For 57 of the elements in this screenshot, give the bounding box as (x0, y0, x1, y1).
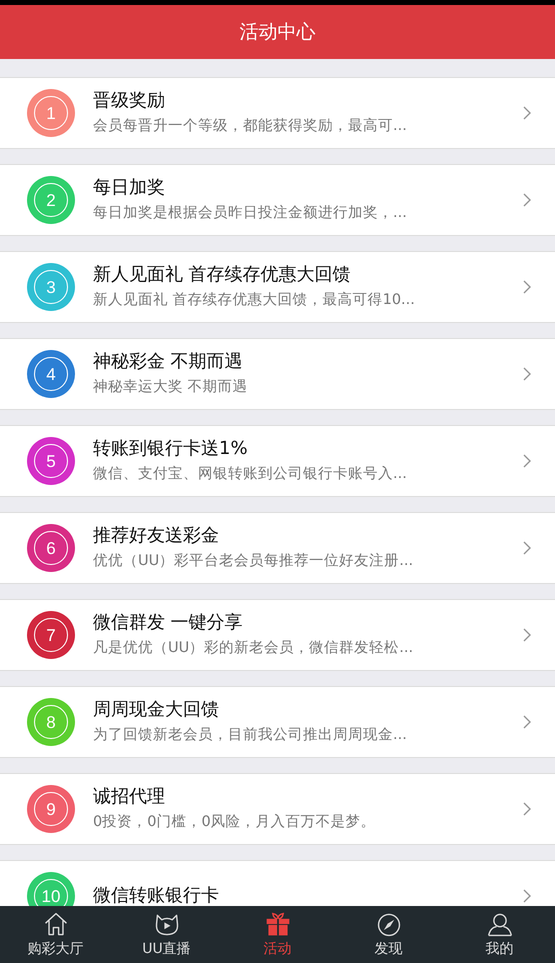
page-title: 活动中心 (240, 20, 316, 45)
tab-item[interactable]: 我的 (444, 906, 555, 963)
activity-item[interactable]: 9 诚招代理 0投资，0门槛，0风险，月入百万不是梦。 (0, 773, 555, 845)
activity-item[interactable]: 5 转账到银行卡送1% 微信、支付宝、网银转账到公司银行卡账号入... (0, 425, 555, 497)
chevron-right-icon (523, 628, 531, 642)
chevron-right-icon (523, 454, 531, 468)
number-badge: 3 (27, 263, 75, 311)
number-badge: 5 (27, 437, 75, 485)
activity-item[interactable]: 3 新人见面礼 首存续存优惠大回馈 新人见面礼 首存续存优惠大回馈，最高可得10... (0, 251, 555, 323)
activity-item[interactable]: 10 微信转账银行卡 (0, 860, 555, 906)
activity-item[interactable]: 4 神秘彩金 不期而遇 神秘幸运大奖 不期而遇 (0, 338, 555, 410)
number-badge: 2 (27, 176, 75, 224)
tab-item[interactable]: 活动 (222, 906, 333, 963)
number-badge: 10 (27, 872, 75, 906)
activity-description: 凡是优优（UU）彩的新老会员，微信群发轻松... (93, 638, 414, 657)
activity-title: 微信转账银行卡 (93, 886, 220, 906)
activity-description: 神秘幸运大奖 不期而遇 (93, 378, 249, 396)
number-badge: 9 (27, 785, 75, 833)
chevron-right-icon (523, 715, 531, 729)
chevron-right-icon (523, 367, 531, 381)
activity-item[interactable]: 2 每日加奖 每日加奖是根据会员昨日投注金额进行加奖，... (0, 164, 555, 236)
tab-item[interactable]: 发现 (333, 906, 444, 963)
activity-description: 优优（UU）彩平台老会员每推荐一位好友注册... (93, 552, 414, 570)
tab-item[interactable]: 购彩大厅 (0, 906, 111, 963)
activity-description: 会员每晋升一个等级，都能获得奖励，最高可... (93, 116, 408, 135)
chevron-right-icon (523, 106, 531, 120)
activity-description: 新人见面礼 首存续存优惠大回馈，最高可得10... (93, 290, 416, 309)
activity-title: 每日加奖 (93, 178, 166, 199)
activity-item[interactable]: 6 推荐好友送彩金 优优（UU）彩平台老会员每推荐一位好友注册... (0, 512, 555, 584)
activity-item[interactable]: 1 晋级奖励 会员每晋升一个等级，都能获得奖励，最高可... (0, 77, 555, 149)
activity-title: 周周现金大回馈 (93, 700, 220, 721)
number-badge: 6 (27, 524, 75, 572)
activity-description: 每日加奖是根据会员昨日投注金额进行加奖，... (93, 204, 408, 222)
chevron-right-icon (523, 280, 531, 294)
chevron-right-icon (523, 193, 531, 207)
activity-title: 晋级奖励 (93, 91, 166, 112)
activity-description: 0投资，0门槛，0风险，月入百万不是梦。 (93, 812, 377, 831)
number-badge: 7 (27, 611, 75, 659)
activity-title: 转账到银行卡送1% (93, 439, 249, 460)
activity-title: 新人见面礼 首存续存优惠大回馈 (93, 265, 352, 286)
tab-item[interactable]: UU直播 (111, 906, 222, 963)
activity-title: 微信群发 一键分享 (93, 613, 244, 634)
user-icon (486, 911, 514, 938)
activity-title: 推荐好友送彩金 (93, 526, 220, 547)
chevron-right-icon (523, 541, 531, 555)
activity-item[interactable]: 8 周周现金大回馈 为了回馈新老会员，目前我公司推出周周现金... (0, 686, 555, 758)
activity-title: 诚招代理 (93, 787, 166, 808)
activity-item[interactable]: 7 微信群发 一键分享 凡是优优（UU）彩的新老会员，微信群发轻松... (0, 599, 555, 671)
chevron-right-icon (523, 889, 531, 903)
activity-description: 为了回馈新老会员，目前我公司推出周周现金... (93, 726, 408, 744)
number-badge: 1 (27, 89, 75, 137)
number-badge: 8 (27, 698, 75, 746)
activity-description: 微信、支付宝、网银转账到公司银行卡账号入... (93, 464, 408, 483)
activity-title: 神秘彩金 不期而遇 (93, 352, 244, 373)
chevron-right-icon (523, 802, 531, 816)
gift-icon (264, 911, 292, 938)
number-badge: 4 (27, 350, 75, 398)
